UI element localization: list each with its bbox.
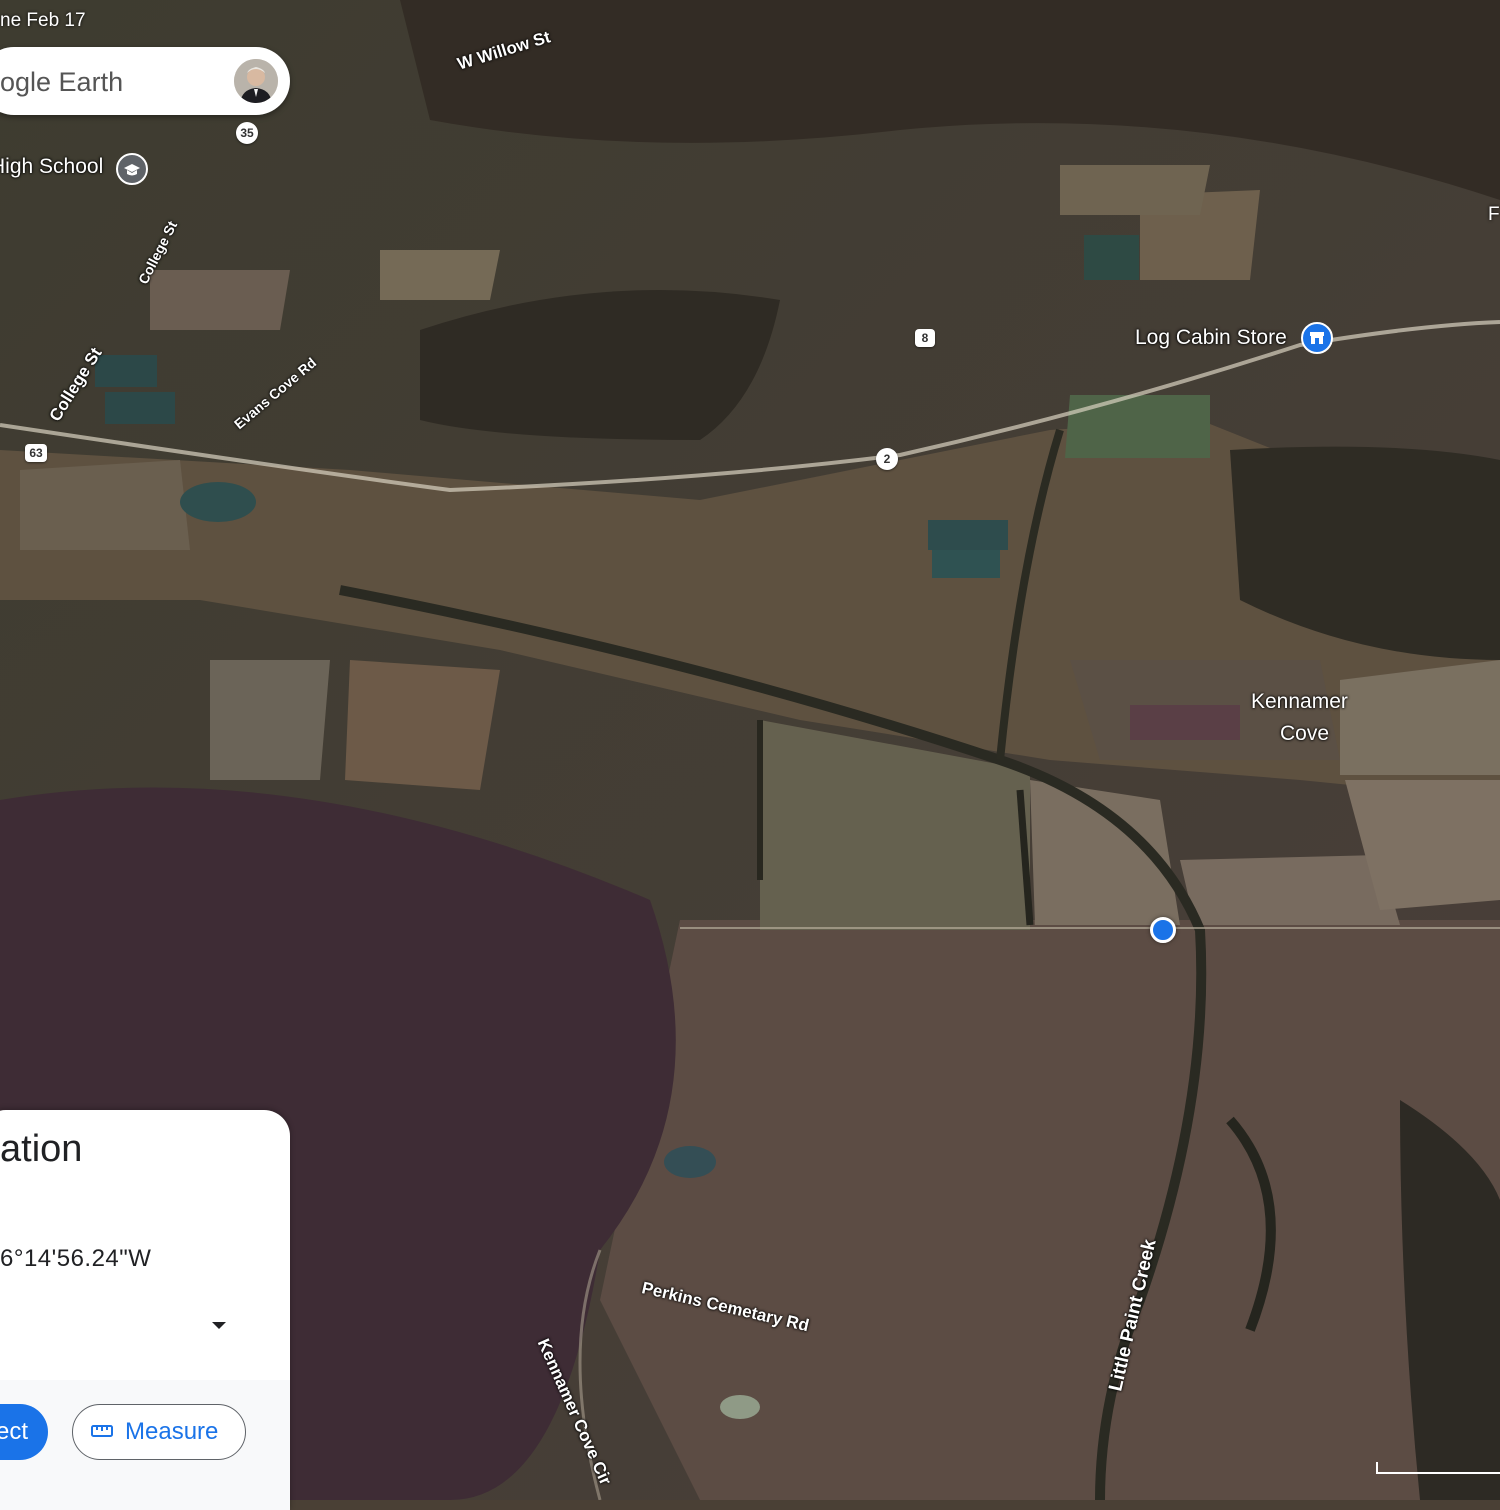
measure-button[interactable]: Measure — [72, 1404, 246, 1460]
imagery-date: ne Feb 17 — [0, 10, 86, 31]
search-bar[interactable]: ogle Earth — [0, 47, 290, 115]
store-icon[interactable] — [1301, 322, 1333, 354]
coordinates-text: 6°14'56.24"W — [0, 1245, 152, 1272]
avatar[interactable] — [234, 59, 278, 103]
measure-button-label: Measure — [125, 1418, 219, 1445]
select-button[interactable]: ect — [0, 1404, 48, 1460]
route-shield-35: 35 — [236, 122, 258, 144]
location-dot-icon[interactable] — [1150, 917, 1176, 943]
search-bar-text[interactable]: ogle Earth — [0, 67, 123, 98]
route-shield-63: 63 — [25, 444, 47, 462]
panel-title: ation — [0, 1128, 83, 1170]
place-label-log-cabin-store[interactable]: Log Cabin Store — [1135, 326, 1287, 350]
location-panel: ation 6°14'56.24"W ect Measure — [0, 1110, 290, 1510]
school-icon[interactable] — [116, 153, 148, 185]
edge-place-label: F — [1488, 204, 1500, 225]
panel-actions: ect Measure — [0, 1380, 290, 1510]
place-label-kennamer[interactable]: Kennamer — [1251, 690, 1348, 714]
scale-bar — [1376, 1462, 1500, 1474]
route-shield-8: 8 — [915, 329, 935, 347]
place-label-cove[interactable]: Cove — [1280, 722, 1329, 746]
route-shield-2: 2 — [876, 448, 898, 470]
dropdown-arrow-icon[interactable] — [212, 1322, 226, 1329]
place-label-high-school[interactable]: High School — [0, 155, 103, 179]
ruler-icon — [91, 1425, 113, 1437]
